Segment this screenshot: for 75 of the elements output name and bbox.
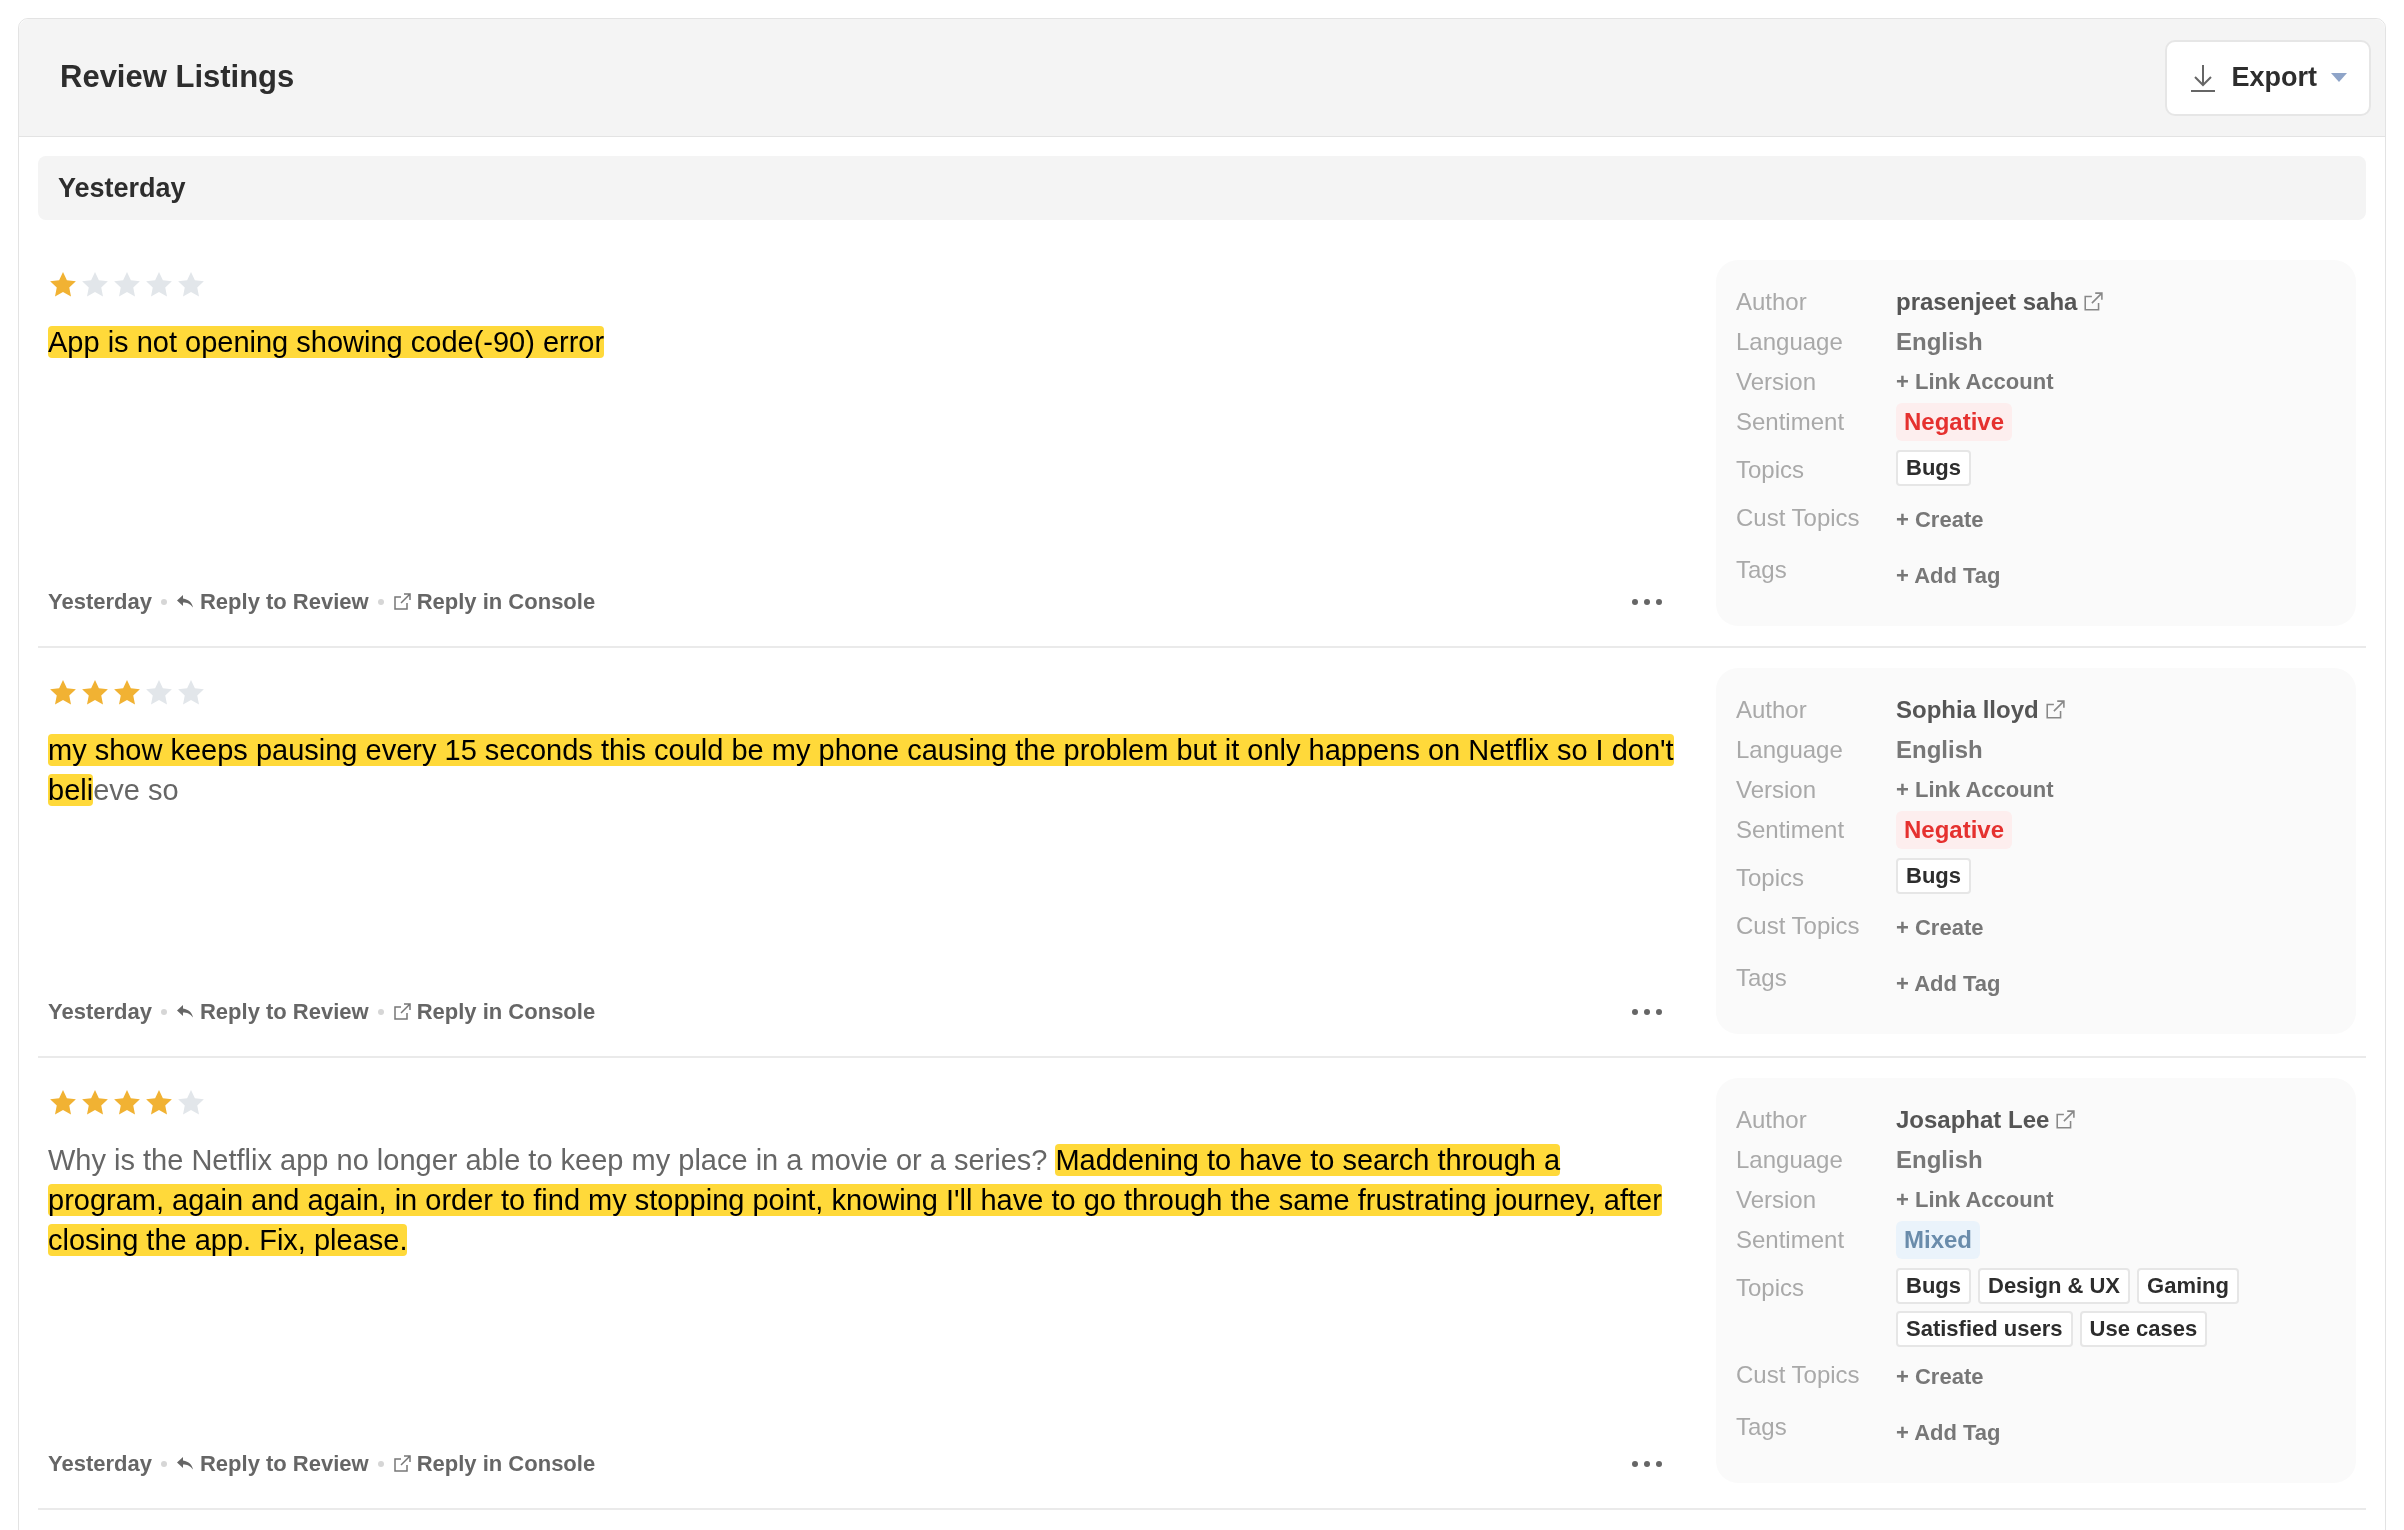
reply-to-review-link[interactable]: Reply to Review [175, 1447, 369, 1480]
topic-tag[interactable]: Design & UX [1978, 1268, 2131, 1304]
field-label: Cust Topics [1736, 1360, 1861, 1390]
link-account-link[interactable]: + Link Account [1896, 362, 2054, 402]
topic-tag[interactable]: Use cases [2079, 1311, 2208, 1347]
field-label: Sentiment [1736, 407, 1846, 437]
sentiment-badge: Mixed [1896, 1221, 1980, 1259]
reply-in-console-link[interactable]: Reply in Console [392, 995, 596, 1028]
topic-tag[interactable]: Gaming [2137, 1268, 2239, 1304]
sentiment-badge: Negative [1896, 403, 2013, 441]
add-tag-link[interactable]: + Add Tag [1896, 556, 2001, 596]
language-value: English [1896, 327, 1983, 357]
field-label: Tags [1736, 963, 1788, 993]
field-label: Author [1736, 1105, 1808, 1135]
external-link-icon [392, 1002, 411, 1021]
add-tag-link[interactable]: + Add Tag [1896, 1413, 2001, 1453]
external-link-icon [2083, 292, 2104, 312]
author-link[interactable]: Josaphat Lee [1896, 1100, 2050, 1140]
language-value: English [1896, 1145, 1983, 1175]
field-label: Cust Topics [1736, 911, 1861, 941]
sentiment-badge: Negative [1896, 811, 2013, 849]
caret-icon [2331, 73, 2347, 82]
link-account-link[interactable]: + Link Account [1896, 1180, 2054, 1220]
date-group-header: Yesterday [38, 156, 2366, 220]
reply-icon [175, 593, 194, 610]
external-link-icon [392, 592, 411, 611]
field-label: Language [1736, 735, 1844, 765]
reply-to-review-link[interactable]: Reply to Review [175, 995, 369, 1028]
page-title: Review Listings [60, 58, 295, 97]
review-text: Why is the Netflix app no longer able to keep my place in a movie or a series? Maddening to have to search through a program, again and again, in order to find my stopping point, knowing I'll have to go through the same frustrating journey, after closing the app. Fix, please. [48, 1143, 1663, 1258]
field-label: Topics [1736, 1273, 1806, 1303]
topic-tag[interactable]: Bugs [1896, 450, 1971, 486]
field-label: Topics [1736, 863, 1806, 893]
author-link[interactable]: prasenjeet saha [1896, 282, 2078, 322]
download-icon [2189, 62, 2218, 93]
field-label: Sentiment [1736, 815, 1846, 845]
topic-tag[interactable]: Satisfied users [1896, 1311, 2073, 1347]
review-text: my show keeps pausing every 15 seconds this could be my phone causing the problem but it only happens on Netflix so I don't believe so [48, 733, 1675, 808]
author-link[interactable]: Sophia lloyd [1896, 690, 2039, 730]
field-label: Version [1736, 367, 1818, 397]
field-label: Version [1736, 1185, 1818, 1215]
more-icon [1632, 1460, 1662, 1467]
review-date: Yesterday [48, 1450, 152, 1478]
field-label: Version [1736, 775, 1818, 805]
language-value: English [1896, 735, 1983, 765]
reply-to-review-link[interactable]: Reply to Review [175, 585, 369, 618]
field-label: Author [1736, 287, 1808, 317]
field-label: Topics [1736, 455, 1806, 485]
reply-in-console-link[interactable]: Reply in Console [392, 585, 596, 618]
reply-in-console-link[interactable]: Reply in Console [392, 1447, 596, 1480]
export-button[interactable]: Export [2165, 39, 2371, 116]
field-label: Language [1736, 1145, 1844, 1175]
topic-tag[interactable]: Bugs [1896, 858, 1971, 894]
review-date: Yesterday [48, 588, 152, 616]
reply-icon [175, 1455, 194, 1472]
more-icon [1632, 598, 1662, 605]
field-label: Sentiment [1736, 1225, 1846, 1255]
add-tag-link[interactable]: + Add Tag [1896, 964, 2001, 1004]
external-link-icon [2055, 1110, 2076, 1130]
external-link-icon [2044, 700, 2065, 720]
field-label: Language [1736, 327, 1844, 357]
topic-tag[interactable]: Bugs [1896, 1268, 1971, 1304]
link-account-link[interactable]: + Link Account [1896, 770, 2054, 810]
field-label: Tags [1736, 1412, 1788, 1442]
review-text: App is not opening showing code(-90) error [48, 325, 606, 360]
review-date: Yesterday [48, 998, 152, 1026]
create-topic-link[interactable]: + Create [1896, 908, 1984, 948]
more-icon [1632, 1008, 1662, 1015]
field-label: Cust Topics [1736, 503, 1861, 533]
field-label: Author [1736, 695, 1808, 725]
create-topic-link[interactable]: + Create [1896, 500, 1984, 540]
field-label: Tags [1736, 555, 1788, 585]
reply-icon [175, 1003, 194, 1020]
create-topic-link[interactable]: + Create [1896, 1357, 1984, 1397]
external-link-icon [392, 1454, 411, 1473]
